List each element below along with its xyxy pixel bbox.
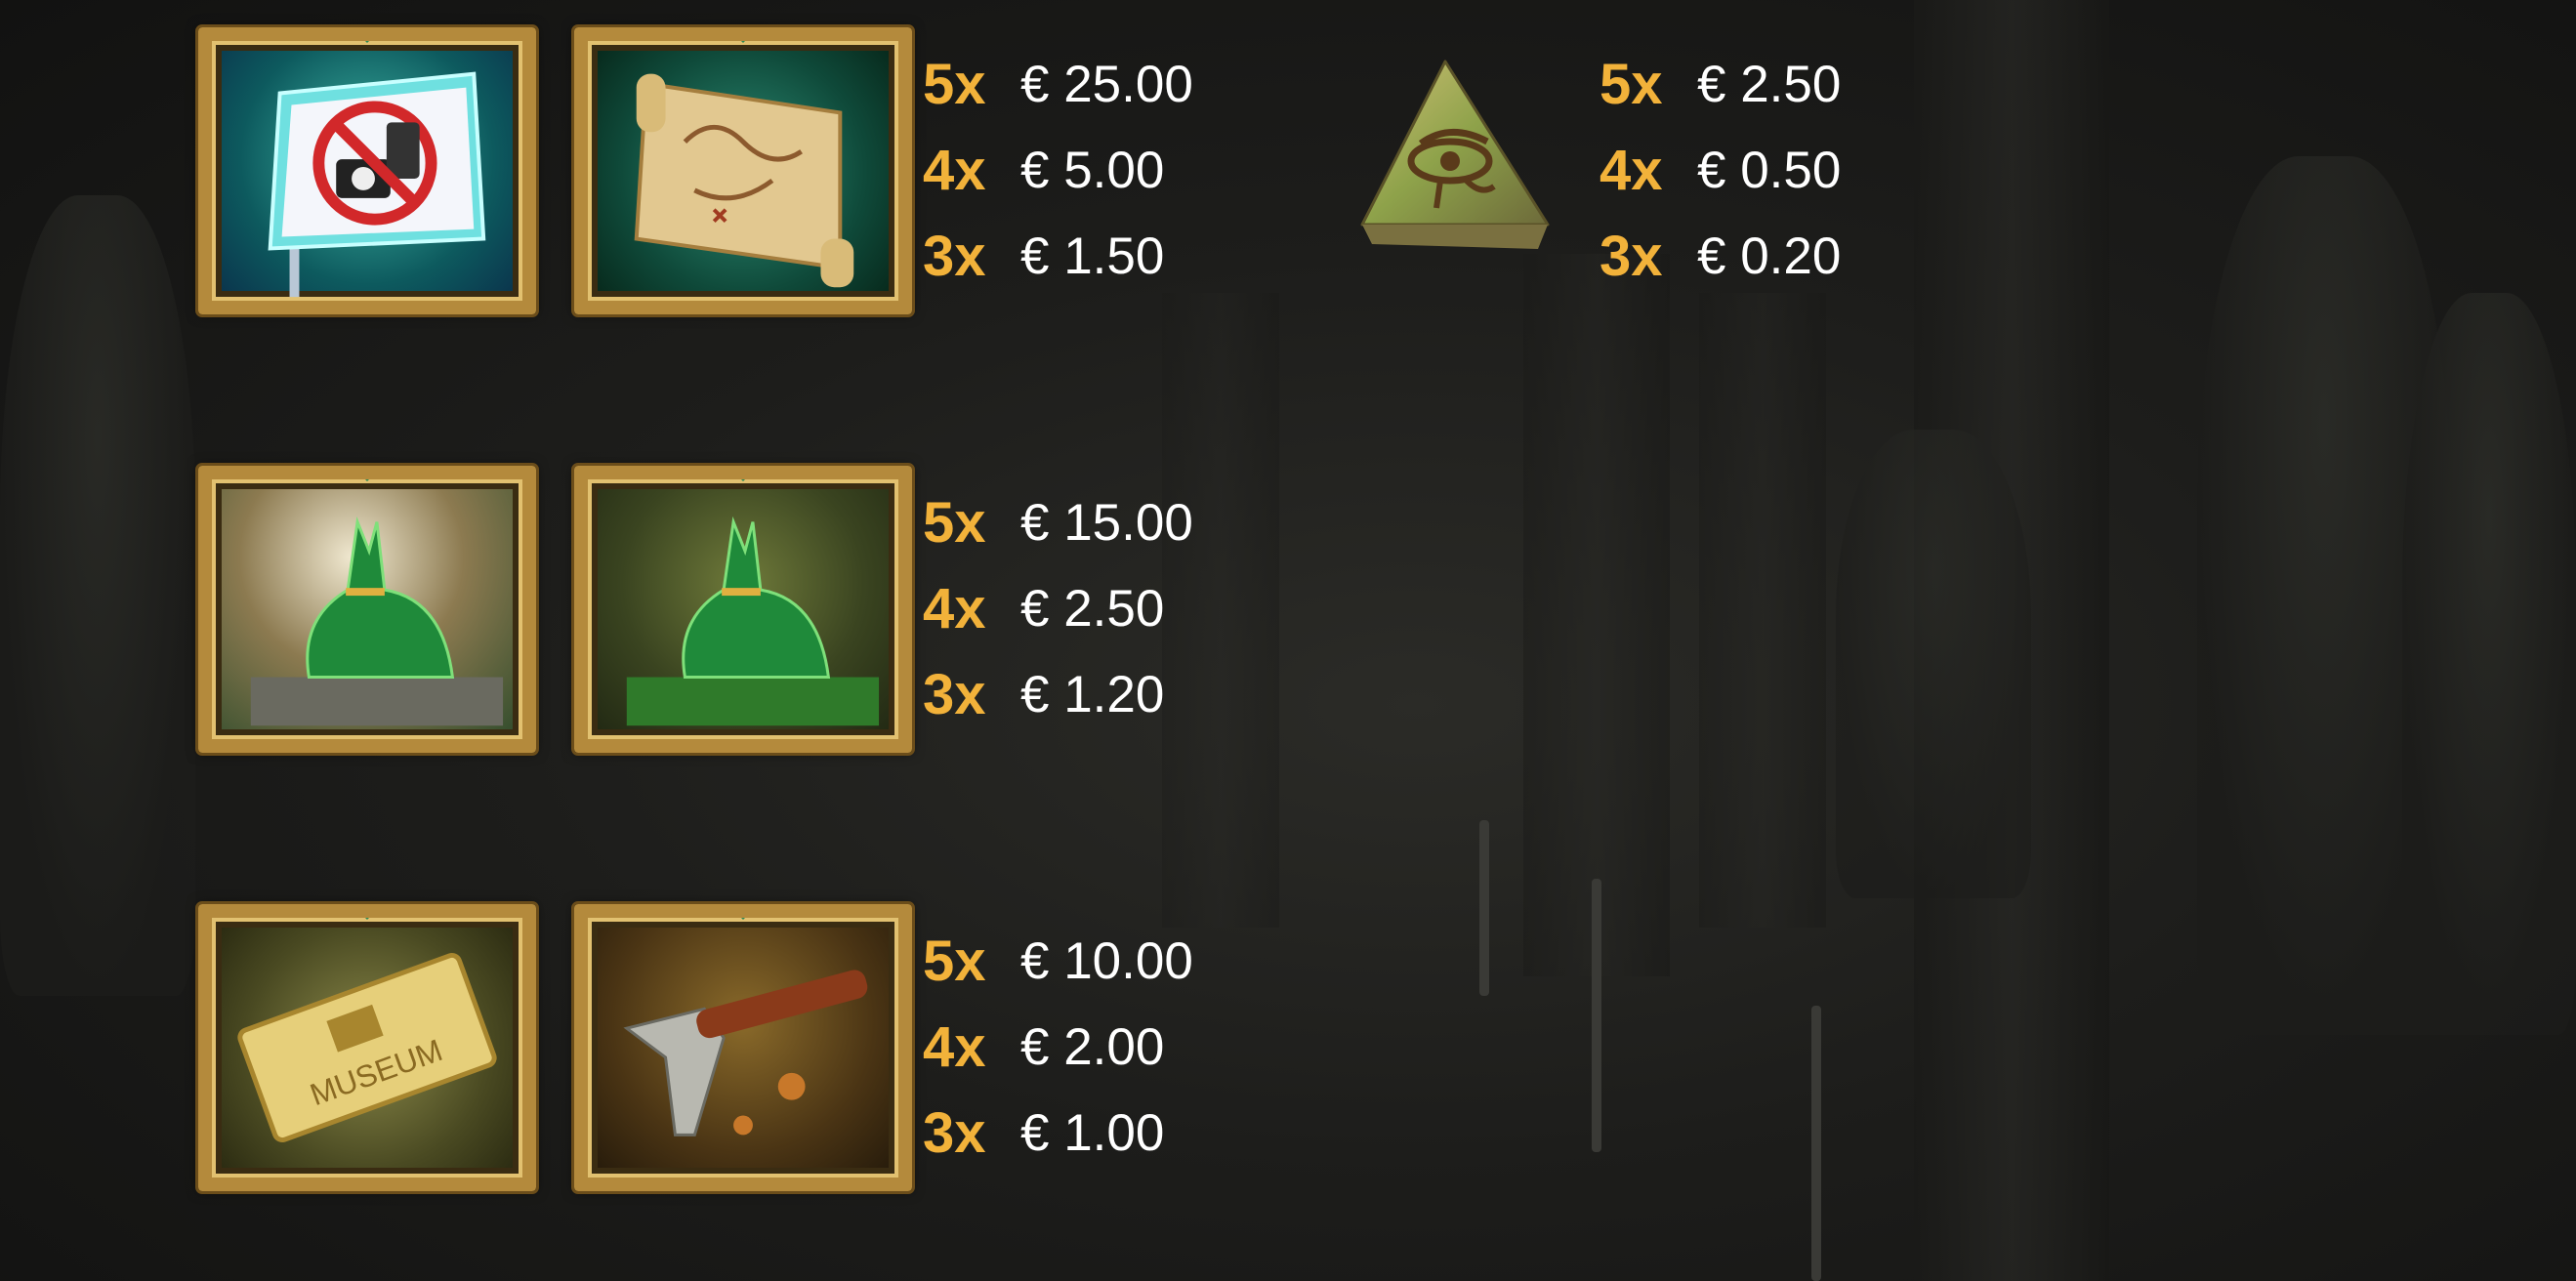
payout-amount: € 5.00 — [1020, 141, 1165, 199]
map-scroll-icon — [634, 73, 854, 288]
paytable-row-4-pays: 5x € 2.50 4x € 0.50 3x € 0.20 — [1600, 41, 1892, 299]
rock-hammer-symbol — [571, 901, 915, 1194]
match-count: 3x — [923, 224, 986, 288]
match-count: 4x — [923, 138, 986, 202]
payout-amount: € 1.50 — [1020, 227, 1165, 285]
anubis-symbol — [571, 463, 915, 756]
pay-line: 4x € 0.50 — [1600, 127, 1892, 213]
no-camera-sign-icon — [268, 71, 486, 298]
ticket-icon: MUSEUM — [237, 952, 497, 1143]
match-count: 3x — [923, 1100, 986, 1165]
payout-amount: € 25.00 — [1020, 55, 1193, 113]
pay-line: 4x € 2.00 — [923, 1004, 1216, 1090]
payout-amount: € 0.20 — [1697, 227, 1842, 285]
pay-line: 3x € 1.50 — [923, 213, 1216, 299]
anubis-statue-icon — [250, 516, 504, 726]
match-count: 5x — [923, 490, 986, 555]
pay-line: 5x € 25.00 — [923, 41, 1216, 127]
pay-line: 5x € 2.50 — [1600, 41, 1892, 127]
pay-line: 3x € 0.20 — [1600, 213, 1892, 299]
hammer-icon — [623, 970, 868, 1136]
payout-amount: € 2.50 — [1697, 55, 1842, 113]
match-count: 5x — [923, 52, 986, 116]
payout-amount: € 15.00 — [1020, 493, 1193, 552]
anubis-lit-symbol — [195, 463, 539, 756]
anubis-statue-icon — [626, 516, 880, 726]
match-count: 4x — [1600, 138, 1663, 202]
museum-ticket-symbol: MUSEUM — [195, 901, 539, 1194]
payout-amount: € 2.00 — [1020, 1017, 1165, 1076]
match-count: 4x — [923, 576, 986, 640]
pay-line: 4x € 2.50 — [923, 565, 1216, 651]
paytable-row-1-pays: 5x € 25.00 4x € 5.00 3x € 1.50 — [923, 41, 1216, 299]
match-count: 3x — [923, 662, 986, 726]
treasure-map-symbol — [571, 24, 915, 317]
pay-line: 4x € 5.00 — [923, 127, 1216, 213]
pay-line: 5x € 10.00 — [923, 918, 1216, 1004]
match-count: 4x — [923, 1014, 986, 1079]
paytable-row-2-pays: 5x € 15.00 4x € 2.50 3x € 1.20 — [923, 479, 1216, 737]
payout-amount: € 1.00 — [1020, 1103, 1165, 1162]
eye-of-horus-stone-icon — [1360, 60, 1550, 249]
payout-amount: € 1.20 — [1020, 665, 1165, 723]
match-count: 3x — [1600, 224, 1663, 288]
paytable-row-3-pays: 5x € 10.00 4x € 2.00 3x € 1.00 — [923, 918, 1216, 1176]
pay-line: 5x € 15.00 — [923, 479, 1216, 565]
match-count: 5x — [923, 929, 986, 993]
pay-line: 3x € 1.20 — [923, 651, 1216, 737]
match-count: 5x — [1600, 52, 1663, 116]
payout-amount: € 0.50 — [1697, 141, 1842, 199]
payout-amount: € 10.00 — [1020, 931, 1193, 990]
no-photo-symbol — [195, 24, 539, 317]
payout-amount: € 2.50 — [1020, 579, 1165, 638]
pay-line: 3x € 1.00 — [923, 1090, 1216, 1176]
